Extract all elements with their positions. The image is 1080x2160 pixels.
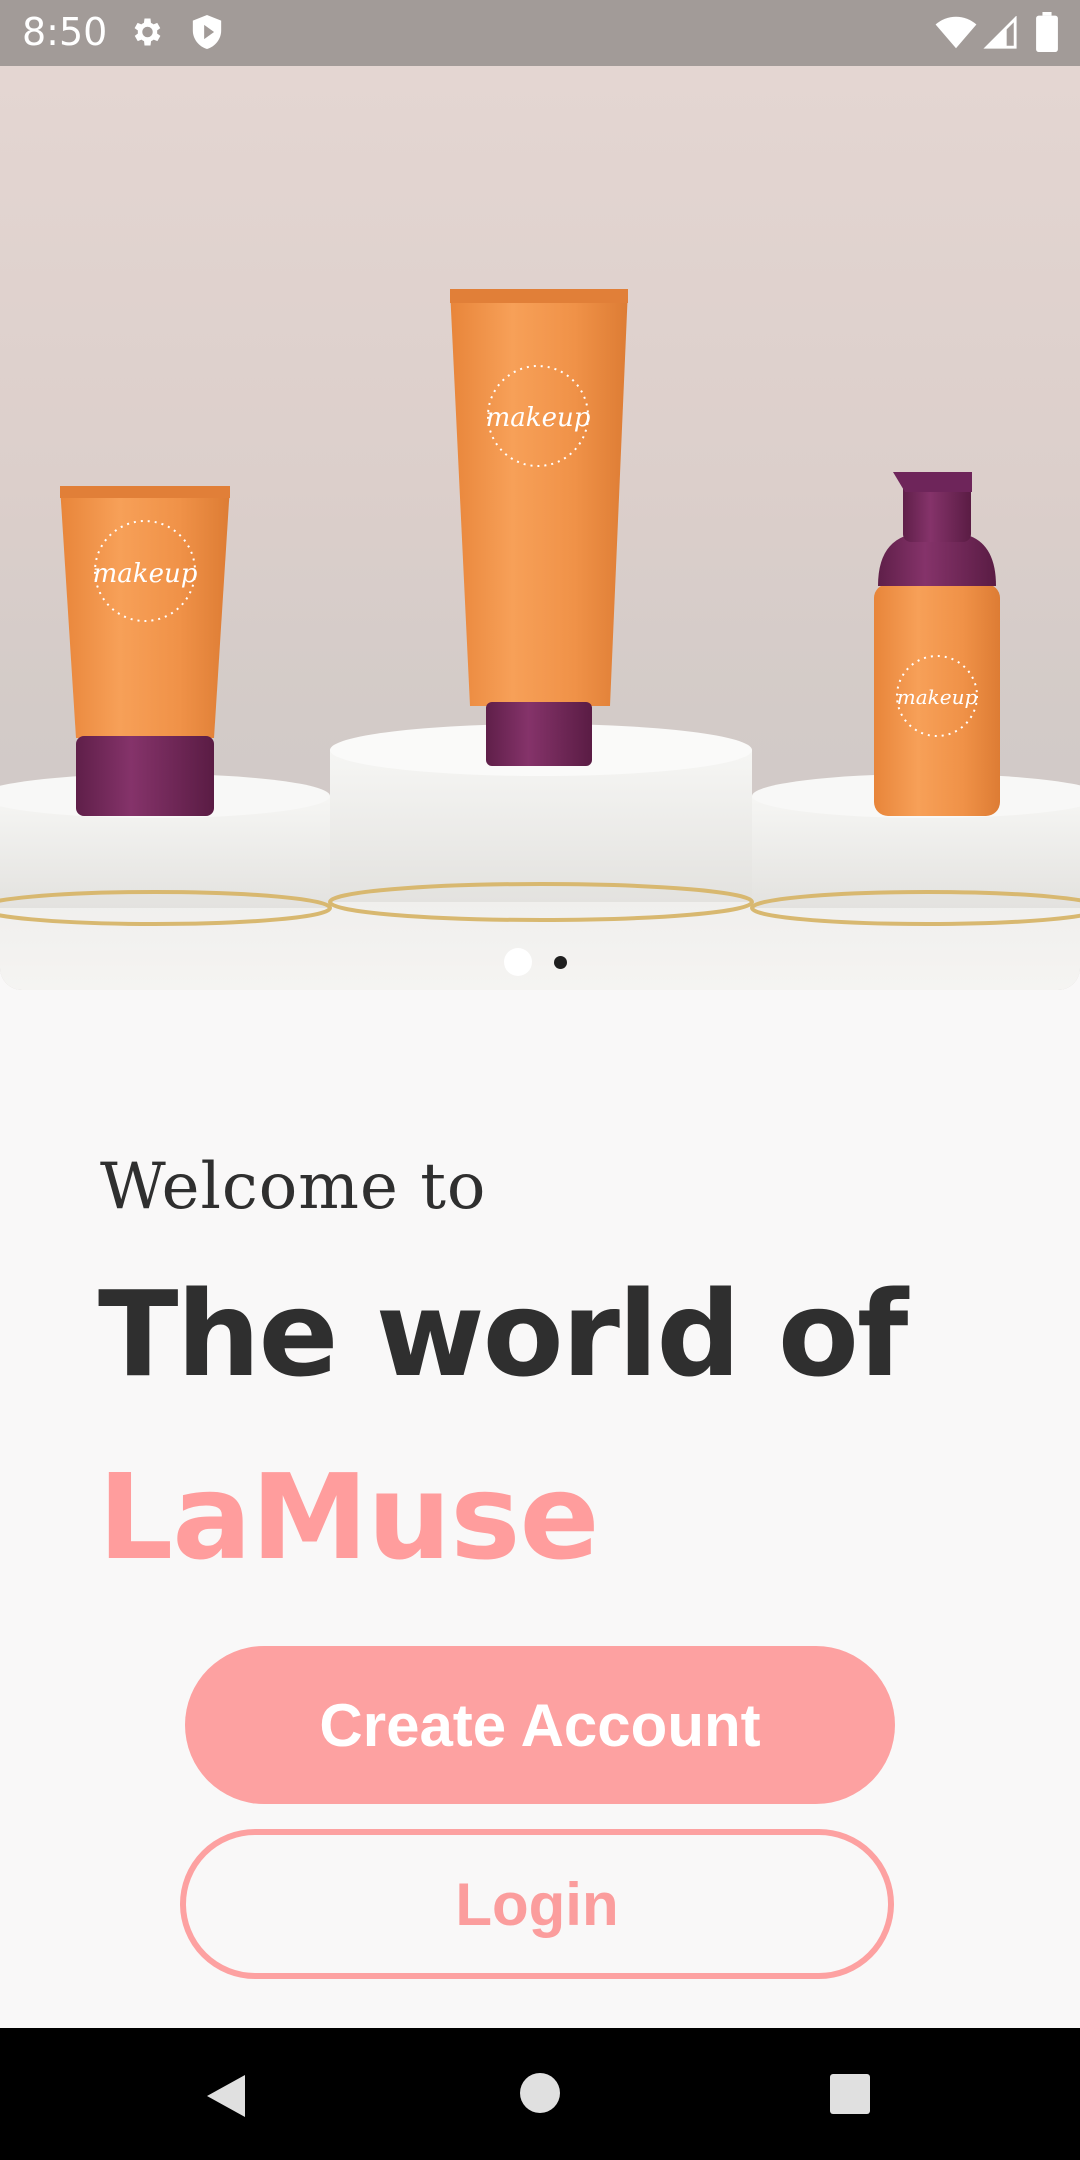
wifi-icon: [935, 16, 977, 49]
product-photo: makeup makeup makeup: [0, 289, 1080, 990]
center-tube: makeup: [450, 289, 628, 766]
svg-text:makeup: makeup: [486, 403, 591, 433]
status-bar: 8:50: [0, 0, 1080, 66]
svg-text:makeup: makeup: [897, 685, 978, 709]
svg-text:makeup: makeup: [93, 559, 198, 589]
right-pump-bottle: makeup: [874, 472, 1000, 816]
welcome-intro: Welcome to: [100, 1150, 487, 1224]
shield-icon: [192, 15, 222, 49]
gear-icon: [134, 18, 161, 46]
hero-carousel[interactable]: makeup makeup makeup: [0, 66, 1080, 990]
brand-name: LaMuse: [98, 1448, 600, 1586]
status-time: 8:50: [22, 10, 108, 54]
carousel-indicator: [0, 948, 1080, 978]
navigation-bar: [0, 2028, 1080, 2160]
login-button[interactable]: Login: [180, 1829, 894, 1979]
welcome-headline: The world of: [98, 1265, 908, 1403]
signal-icon: [983, 16, 1017, 49]
battery-icon: [1036, 12, 1058, 52]
carousel-dot-active[interactable]: [504, 948, 532, 976]
create-account-button[interactable]: Create Account: [185, 1646, 895, 1804]
home-icon[interactable]: [519, 2072, 561, 2114]
back-icon[interactable]: [205, 2073, 247, 2119]
carousel-dot[interactable]: [554, 956, 567, 969]
left-tube: makeup: [60, 486, 230, 816]
recents-icon[interactable]: [829, 2073, 871, 2115]
